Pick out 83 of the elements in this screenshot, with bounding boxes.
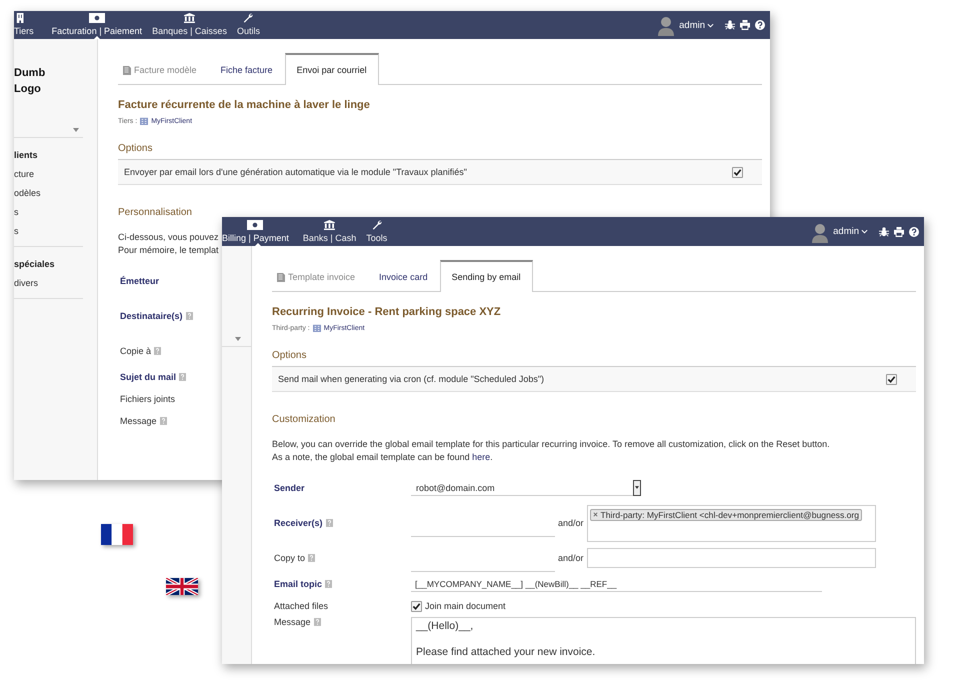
user-menu[interactable]: admin: [833, 226, 874, 237]
wrench-icon: [372, 220, 382, 230]
field-label: Email topic: [274, 579, 322, 589]
building-icon: [140, 117, 148, 125]
checkbox[interactable]: [886, 374, 897, 384]
tab[interactable]: Fiche facture: [208, 53, 285, 85]
bank-icon: [184, 13, 195, 23]
tab[interactable]: Template invoice: [272, 260, 368, 292]
connector-text: and/or: [558, 518, 584, 528]
field-label: Émetteur: [120, 276, 160, 286]
field-label: Copie à: [120, 346, 152, 356]
tab[interactable]: Sending by email: [440, 260, 533, 292]
avatar-icon: [812, 222, 828, 242]
building-icon: [312, 324, 321, 332]
sidebar-item[interactable]: odèles: [14, 184, 83, 203]
bug-icon[interactable]: [725, 20, 735, 30]
description-text: Ci-dessous, vous pouvez: [118, 231, 219, 244]
field-label: Fichiers joints: [120, 394, 176, 404]
document-icon: [123, 64, 131, 74]
close-icon[interactable]: [592, 512, 598, 517]
section-heading: Customization: [272, 414, 336, 425]
description-text: As a note, the global email template can be found here.: [272, 451, 493, 464]
menu-item[interactable]: Tiers: [14, 11, 39, 39]
bank-icon: [324, 220, 336, 230]
section-heading: Personnalisation: [118, 207, 193, 218]
menu-item[interactable]: Outils: [232, 11, 265, 39]
section-heading: Options: [272, 350, 308, 361]
page-title: Recurring Invoice - Rent parking space XYZ: [272, 306, 502, 318]
print-icon[interactable]: [894, 226, 904, 236]
bug-icon[interactable]: [879, 226, 889, 236]
field-label: Message: [120, 416, 157, 426]
chevron-icon: [707, 22, 714, 28]
field-label: Destinataire(s): [120, 311, 183, 321]
description-text: Below, you can override the global email template for this particular recurring invoice. To remove all customization, click on the Reset button.: [272, 438, 830, 451]
menu-item[interactable]: Banks | Cash: [298, 217, 362, 246]
sender-select[interactable]: robot@domain.com: [411, 480, 641, 496]
sidebar-item[interactable]: s: [14, 222, 83, 241]
chevron-icon: [861, 229, 868, 234]
user-menu[interactable]: admin: [679, 20, 720, 30]
field-label: Sujet du mail: [120, 372, 176, 382]
checkbox-label: Join main document: [425, 601, 506, 611]
sidebar-item[interactable]: cture: [14, 165, 83, 184]
field-label: Copy to: [274, 553, 306, 563]
recipient-tag[interactable]: Third-party: MyFirstClient <chl-dev+monpremierclient@bugness.org: [590, 508, 862, 520]
tab[interactable]: Facture modèle: [118, 53, 209, 85]
field-label: Message: [274, 617, 311, 627]
menu-item[interactable]: Tools: [361, 217, 392, 246]
france-flag-icon[interactable]: [101, 524, 133, 545]
menu-item[interactable]: Banques | Caisses: [147, 11, 232, 39]
field-label: Sender: [274, 483, 305, 493]
help-icon[interactable]: [755, 20, 765, 30]
avatar-icon: [658, 16, 674, 36]
recipient-field[interactable]: Third-party: MyFirstClient <chl-dev+monpremierclient@bugness.org: [586, 504, 876, 542]
caret-icon: [235, 337, 241, 341]
print-icon[interactable]: [740, 20, 750, 30]
option-label: Send mail when generating via cron (cf. module "Scheduled Jobs"): [278, 374, 544, 384]
logo: Dumb Logo: [14, 66, 46, 97]
field-label: Attached files: [274, 601, 328, 611]
sidebar-item[interactable]: s: [14, 203, 83, 222]
sidebar-item[interactable]: lients: [14, 146, 83, 165]
caret-icon: [635, 486, 639, 489]
description-text: Pour mémoire, le templat: [118, 244, 219, 257]
option-label: Envoyer par email lors d'une génération automatique via le module "Travaux planifiés": [124, 167, 467, 177]
tab[interactable]: Envoi par courriel: [284, 53, 379, 85]
here-link[interactable]: here: [472, 452, 490, 462]
input-field[interactable]: [__MYCOMPANY_NAME__] __(NewBill)__ __REF__: [411, 576, 822, 592]
wrench-icon: [243, 13, 254, 23]
message-textarea[interactable]: __(Hello)__, Please find attached your new invoice.: [411, 617, 916, 664]
connector-text: and/or: [558, 553, 584, 563]
section-heading: Options: [118, 143, 154, 154]
field-label: Receiver(s): [274, 518, 323, 528]
checkbox[interactable]: [411, 600, 422, 612]
document-icon: [277, 272, 285, 282]
banknote-icon: [247, 220, 264, 230]
caret-icon: [73, 128, 79, 132]
uk-flag-icon[interactable]: [166, 578, 198, 595]
help-icon[interactable]: [909, 226, 919, 236]
sidebar-item[interactable]: spéciales: [14, 255, 83, 274]
tab[interactable]: Invoice card: [367, 260, 440, 292]
page-title: Facture récurrente de la machine à laver le linge: [118, 99, 371, 111]
recipient-field[interactable]: [586, 548, 876, 568]
sidebar-item[interactable]: divers: [14, 274, 83, 293]
checkbox[interactable]: [732, 166, 743, 178]
